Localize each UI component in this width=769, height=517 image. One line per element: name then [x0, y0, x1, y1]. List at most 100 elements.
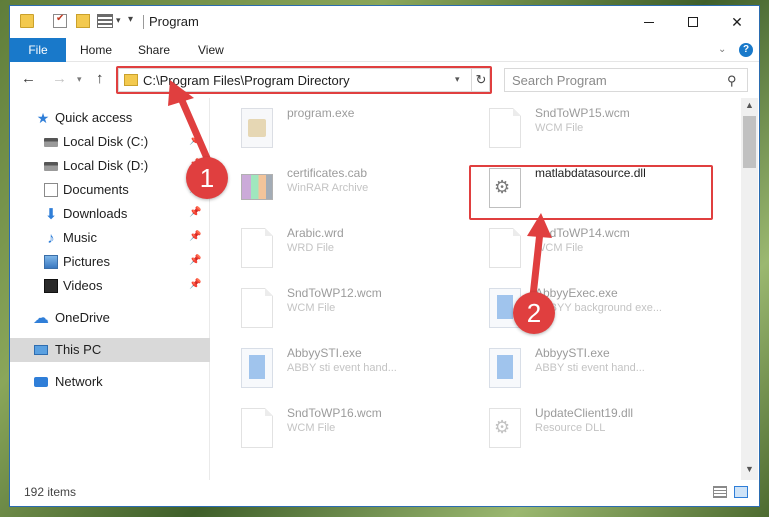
sidebar-item-local-disk-d[interactable]: Local Disk (D:) 📌 [10, 154, 210, 178]
pin-icon[interactable]: 📌 [189, 207, 201, 218]
vertical-scrollbar[interactable]: ▲ ▼ [741, 98, 758, 480]
file-name: SndToWP16.wcm [287, 406, 382, 420]
file-highlight-box [469, 165, 713, 220]
file-name: SndToWP15.wcm [535, 106, 630, 120]
navigation-pane: ★ Quick access Local Disk (C:) 📌 Local D… [10, 98, 210, 480]
file-item[interactable]: AbbyySTI.exe ABBY sti event hand... [459, 342, 709, 394]
tab-share[interactable]: Share [138, 38, 170, 62]
expand-ribbon-icon[interactable]: ⌄ [718, 44, 726, 55]
sidebar-item-quick-access[interactable]: ★ Quick access [10, 106, 210, 130]
sidebar-item-documents[interactable]: Documents 📌 [10, 178, 210, 202]
minimize-button[interactable] [627, 6, 671, 38]
documents-icon [44, 183, 58, 197]
search-icon[interactable]: ⚲ [727, 73, 737, 89]
pin-icon[interactable]: 📌 [189, 279, 201, 290]
customize-toolbar-icon[interactable]: ▾ [128, 14, 133, 25]
file-item[interactable]: SndToWP16.wcm WCM File [211, 402, 461, 454]
sidebar-item-label: Documents [63, 182, 129, 197]
tab-file[interactable]: File [10, 38, 66, 62]
pin-icon[interactable]: 📌 [189, 231, 201, 242]
document-icon [489, 228, 521, 268]
details-view-icon[interactable] [713, 486, 727, 498]
back-arrow-icon[interactable]: ← [21, 70, 36, 87]
new-folder-icon[interactable] [76, 14, 90, 28]
sidebar-item-network[interactable]: Network [10, 370, 210, 394]
scroll-down-icon[interactable]: ▼ [745, 464, 754, 474]
file-item[interactable]: SndToWP15.wcm WCM File [459, 102, 709, 154]
step-2-badge: 2 [513, 292, 555, 334]
file-item[interactable]: AbbyyExec.exe ABBYY background exe... [459, 282, 709, 334]
pin-icon[interactable]: 📌 [189, 135, 201, 146]
document-icon [489, 108, 521, 148]
status-bar: 192 items [10, 480, 759, 506]
sidebar-item-label: Quick access [55, 110, 133, 125]
close-button[interactable]: ✕ [715, 6, 759, 38]
sidebar-item-label: Pictures [63, 254, 110, 269]
ribbon: File Home Share View ⌄ ? [10, 38, 759, 62]
sidebar-item-this-pc[interactable]: This PC [10, 338, 210, 362]
sidebar-item-label: Videos [63, 278, 103, 293]
recent-locations-icon[interactable]: ▾ [77, 74, 82, 85]
up-arrow-icon[interactable]: ↑ [96, 70, 104, 87]
sidebar-item-label: This PC [55, 342, 102, 357]
sidebar-item-downloads[interactable]: ⬇ Downloads 📌 [10, 202, 210, 226]
file-name: UpdateClient19.dll [535, 406, 634, 420]
navigation-bar: ← → ▾ ↑ C:\Program Files\Program Directo… [10, 62, 759, 98]
exe-icon [241, 348, 273, 388]
file-item[interactable]: Arabic.wrd WRD File [211, 222, 461, 274]
maximize-button[interactable] [671, 6, 715, 38]
tab-home[interactable]: Home [80, 38, 112, 62]
sidebar-item-music[interactable]: ♪ Music 📌 [10, 226, 210, 250]
file-item[interactable]: AbbyySTI.exe ABBY sti event hand... [211, 342, 461, 394]
file-name: Arabic.wrd [287, 226, 344, 240]
file-item[interactable]: SndToWP14.wcm WCM File [459, 222, 709, 274]
view-options-icon[interactable] [97, 14, 113, 28]
sidebar-item-label: OneDrive [55, 310, 110, 325]
help-icon[interactable]: ? [739, 43, 753, 57]
archive-icon [241, 174, 273, 200]
document-icon [241, 408, 273, 448]
file-item[interactable]: certificates.cab WinRAR Archive [211, 162, 461, 214]
network-icon [34, 377, 48, 387]
file-type: WRD File [287, 242, 335, 254]
sidebar-item-local-disk-c[interactable]: Local Disk (C:) 📌 [10, 130, 210, 154]
folder-icon[interactable] [20, 14, 34, 28]
close-icon: ✕ [731, 13, 743, 30]
forward-arrow-icon[interactable]: → [52, 70, 67, 87]
maximize-icon [688, 17, 698, 27]
properties-icon[interactable] [53, 13, 67, 28]
file-item[interactable]: program.exe [211, 102, 461, 154]
search-input[interactable]: Search Program ⚲ [504, 68, 748, 92]
onedrive-icon: ☁ [33, 310, 49, 327]
file-type: WCM File [287, 422, 336, 434]
file-item[interactable]: UpdateClient19.dll Resource DLL [459, 402, 709, 454]
file-item[interactable]: SndToWP12.wcm WCM File [211, 282, 461, 334]
file-type: WinRAR Archive [287, 182, 369, 194]
file-type: WCM File [287, 302, 336, 314]
pin-icon[interactable]: 📌 [189, 255, 201, 266]
sidebar-item-videos[interactable]: Videos 📌 [10, 274, 210, 298]
star-icon: ★ [36, 109, 50, 126]
sidebar-item-label: Local Disk (C:) [63, 134, 149, 149]
pictures-icon [44, 255, 58, 269]
file-name: AbbyySTI.exe [535, 346, 610, 360]
explorer-window: ▾ ▾ Program ✕ File Home Share View ⌄ ? ←… [9, 5, 760, 507]
sidebar-item-onedrive[interactable]: ☁ OneDrive [10, 306, 210, 330]
item-count: 192 items [24, 485, 77, 499]
exe-icon [489, 348, 521, 388]
document-icon [241, 228, 273, 268]
minimize-icon [644, 21, 654, 23]
file-name: SndToWP14.wcm [535, 226, 630, 240]
sidebar-item-pictures[interactable]: Pictures 📌 [10, 250, 210, 274]
program-icon [241, 108, 273, 148]
scroll-up-icon[interactable]: ▲ [745, 100, 754, 110]
sidebar-item-label: Music [63, 230, 97, 245]
sidebar-item-label: Downloads [63, 206, 128, 221]
large-icons-view-icon[interactable] [734, 486, 748, 498]
sidebar-item-label: Local Disk (D:) [63, 158, 149, 173]
tab-view[interactable]: View [198, 38, 224, 62]
chevron-down-icon[interactable]: ▾ [116, 15, 121, 26]
title-bar: ▾ ▾ Program ✕ [10, 6, 759, 38]
scrollbar-thumb[interactable] [743, 116, 756, 168]
pc-icon [34, 345, 48, 355]
